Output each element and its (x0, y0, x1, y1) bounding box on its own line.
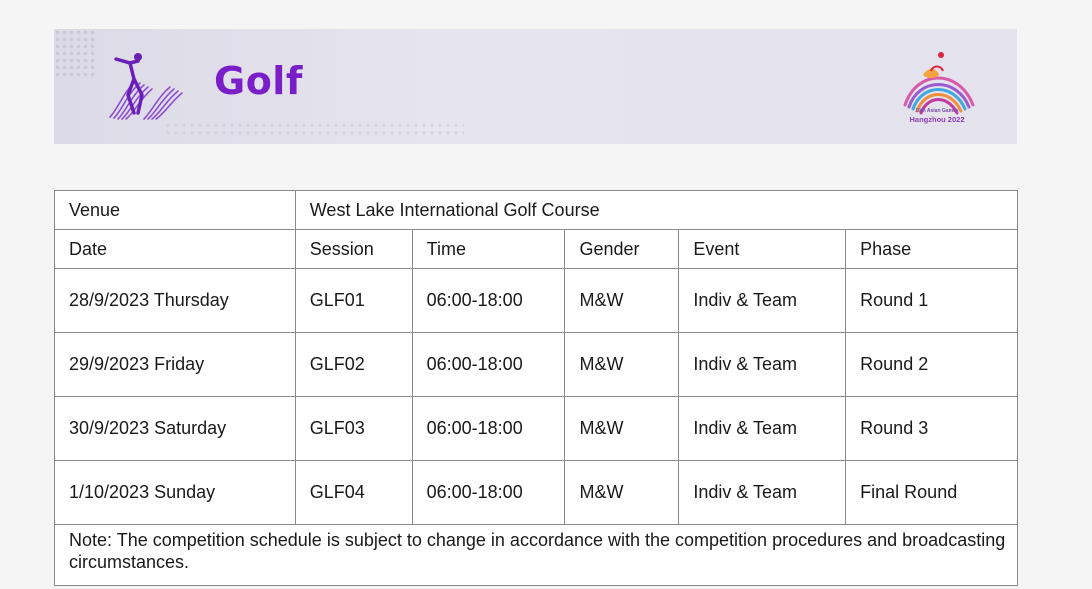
cell-date: 1/10/2023 Sunday (54, 460, 296, 525)
emblem-caption: 19th Asian Games (915, 108, 959, 114)
page: Golf 19th Asian Games Hangzhou 2022 Venu… (0, 0, 1092, 589)
cell-phase: Round 3 (845, 396, 1018, 461)
header-time: Time (411, 229, 566, 269)
cell-session: GLF01 (294, 268, 413, 333)
cell-session: GLF04 (294, 460, 413, 525)
cell-date: 30/9/2023 Saturday (54, 396, 296, 461)
competition-schedule-table: Venue West Lake International Golf Cours… (54, 190, 1019, 586)
header-session: Session (294, 229, 413, 269)
cell-event: Indiv & Team (678, 332, 847, 397)
venue-row: Venue West Lake International Golf Cours… (54, 190, 1019, 230)
header-date: Date (54, 229, 296, 269)
cell-time: 06:00-18:00 (411, 460, 566, 525)
venue-label: Venue (54, 190, 296, 230)
schedule-note: Note: The competition schedule is subjec… (54, 524, 1018, 586)
header-gender: Gender (564, 229, 680, 269)
cell-time: 06:00-18:00 (411, 396, 566, 461)
cell-event: Indiv & Team (678, 396, 847, 461)
cell-gender: M&W (564, 460, 680, 525)
venue-value: West Lake International Golf Course (294, 190, 1019, 230)
sport-title: Golf (214, 59, 303, 103)
table-header-row: Date Session Time Gender Event Phase (54, 229, 1018, 269)
table-row: 29/9/2023 Friday GLF02 06:00-18:00 M&W I… (54, 332, 1018, 397)
banner-dot-pattern-bottom (164, 122, 464, 136)
cell-time: 06:00-18:00 (411, 332, 566, 397)
cell-phase: Final Round (845, 460, 1018, 525)
cell-session: GLF02 (294, 332, 413, 397)
cell-date: 28/9/2023 Thursday (54, 268, 296, 333)
header-phase: Phase (845, 229, 1018, 269)
cell-event: Indiv & Team (678, 460, 847, 525)
note-row: Note: The competition schedule is subjec… (54, 524, 1018, 586)
cell-phase: Round 2 (845, 332, 1018, 397)
cell-gender: M&W (564, 268, 680, 333)
emblem-title: Hangzhou 2022 (909, 115, 965, 124)
cell-phase: Round 1 (845, 268, 1018, 333)
cell-session: GLF03 (294, 396, 413, 461)
cell-event: Indiv & Team (678, 268, 847, 333)
banner-dot-pattern (54, 29, 94, 79)
sport-banner: Golf 19th Asian Games Hangzhou 2022 (54, 29, 1017, 144)
cell-gender: M&W (564, 332, 680, 397)
cell-date: 29/9/2023 Friday (54, 332, 296, 397)
cell-time: 06:00-18:00 (411, 268, 566, 333)
cell-gender: M&W (564, 396, 680, 461)
header-event: Event (678, 229, 847, 269)
table-row: 28/9/2023 Thursday GLF01 06:00-18:00 M&W… (54, 268, 1018, 333)
table-row: 30/9/2023 Saturday GLF03 06:00-18:00 M&W… (54, 396, 1018, 461)
table-row: 1/10/2023 Sunday GLF04 06:00-18:00 M&W I… (54, 460, 1018, 525)
golfer-pictogram-icon (109, 53, 183, 120)
